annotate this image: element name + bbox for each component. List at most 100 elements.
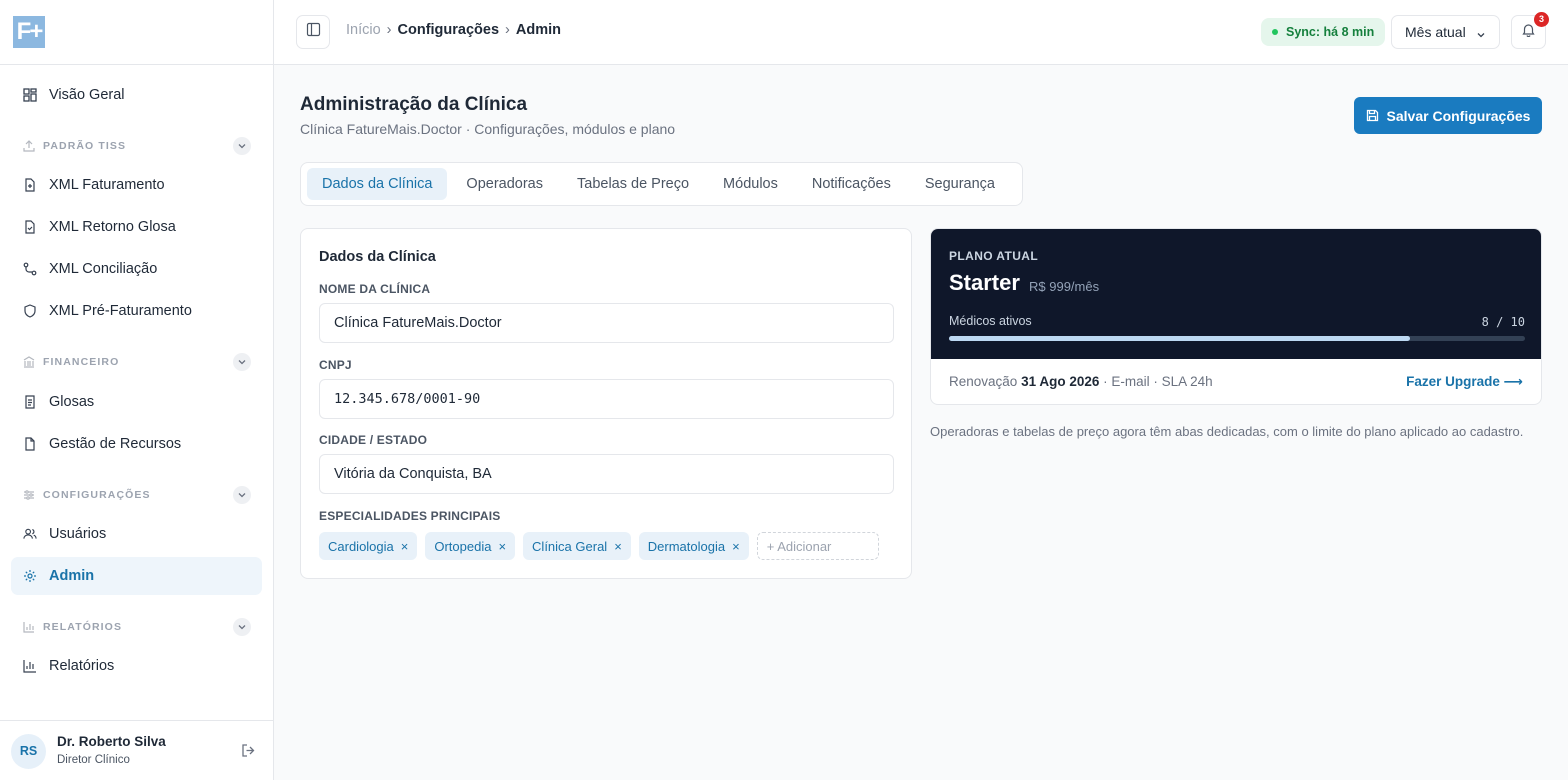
sidebar-item-xml-conciliacao[interactable]: XML Conciliação — [11, 250, 262, 288]
specialties-list: Cardiologia × Ortopedia × Clínica Geral … — [319, 532, 879, 560]
usage-label: Médicos ativos — [949, 314, 1032, 328]
bar-chart-icon — [23, 659, 37, 673]
settings-tabs: Dados da Clínica Operadoras Tabelas de P… — [300, 162, 1023, 206]
tab-modulos[interactable]: Módulos — [708, 168, 793, 200]
usage-count: 8 / 10 — [1481, 315, 1525, 329]
sidebar-item-label: XML Pré-Faturamento — [49, 303, 192, 319]
sidebar-item-usuarios[interactable]: Usuários — [11, 515, 262, 553]
notifications-button[interactable]: 3 — [1511, 12, 1549, 49]
avatar[interactable]: RS — [11, 734, 46, 769]
remove-chip-icon[interactable]: × — [401, 539, 409, 554]
sync-status-badge: Sync: há 8 min — [1261, 18, 1386, 46]
breadcrumb-separator: › — [386, 22, 392, 38]
specialty-chip-label: Ortopedia — [434, 538, 492, 554]
sidebar-item-admin[interactable]: Admin — [11, 557, 262, 595]
file-plus-icon — [23, 178, 37, 192]
chevron-down-icon[interactable] — [233, 486, 251, 504]
renewal-extra: · E-mail · SLA 24h — [1103, 374, 1213, 389]
city-state-label: CIDADE / ESTADO — [319, 433, 428, 447]
specialty-chip: Dermatologia × — [638, 532, 749, 560]
sidebar-item-xml-pre-faturamento[interactable]: XML Pré-Faturamento — [11, 292, 262, 330]
section-financeiro[interactable]: FINANCEIRO — [11, 351, 262, 373]
sidebar-item-label: XML Faturamento — [49, 177, 165, 193]
section-label: FINANCEIRO — [43, 356, 120, 368]
specialty-chip: Ortopedia × — [425, 532, 516, 560]
remove-chip-icon[interactable]: × — [498, 539, 506, 554]
tab-seguranca[interactable]: Segurança — [910, 168, 1010, 200]
specialty-chip-label: Clínica Geral — [532, 538, 608, 554]
sliders-icon — [23, 489, 35, 501]
grid-icon — [23, 88, 37, 102]
plan-summary: PLANO ATUAL Starter R$ 999/mês Médicos a… — [931, 229, 1541, 359]
section-label: CONFIGURAÇÕES — [43, 489, 151, 501]
sidebar-item-label: Admin — [49, 568, 95, 584]
current-plan-card: PLANO ATUAL Starter R$ 999/mês Médicos a… — [930, 228, 1542, 405]
remove-chip-icon[interactable]: × — [732, 539, 740, 554]
toggle-sidebar-button[interactable] — [296, 15, 330, 49]
breadcrumb-inicio[interactable]: Início — [346, 22, 381, 38]
bell-icon — [1521, 22, 1536, 42]
card-title: Dados da Clínica — [319, 249, 436, 265]
plan-label: PLANO ATUAL — [949, 249, 1039, 263]
sidebar-item-glosas[interactable]: Glosas — [11, 383, 262, 421]
cnpj-field[interactable]: 12.345.678/0001-90 — [319, 379, 894, 419]
sidebar-item-label: Glosas — [49, 394, 95, 410]
save-icon — [1366, 109, 1379, 122]
section-relatorios[interactable]: RELATÓRIOS — [11, 616, 262, 638]
plan-price: R$ 999/mês — [1029, 279, 1100, 294]
clinic-data-card: Dados da Clínica NOME DA CLÍNICA Clínica… — [300, 228, 912, 579]
usage-progress-fill — [949, 336, 1410, 341]
bar-chart-icon — [23, 621, 35, 633]
section-label: PADRÃO TISS — [43, 140, 127, 152]
specialty-chip: Clínica Geral × — [523, 532, 631, 560]
chevron-down-icon — [1476, 27, 1486, 43]
chevron-down-icon[interactable] — [233, 137, 251, 155]
user-role: Diretor Clínico — [57, 754, 130, 766]
sidebar: F+ Visão Geral PADRÃO TISS XML Faturamen… — [0, 0, 274, 780]
app-logo[interactable]: F+ — [13, 16, 45, 48]
sidebar-item-relatorios[interactable]: Relatórios — [11, 647, 262, 685]
plan-name: Starter — [949, 270, 1020, 295]
sidebar-item-label: Relatórios — [49, 658, 115, 674]
clinic-name-field[interactable]: Clínica FatureMais.Doctor — [319, 303, 894, 343]
tab-dados-clinica[interactable]: Dados da Clínica — [307, 168, 448, 200]
bank-icon — [23, 356, 35, 368]
sidebar-item-xml-retorno-glosa[interactable]: XML Retorno Glosa — [11, 208, 262, 246]
section-configuracoes[interactable]: CONFIGURAÇÕES — [11, 484, 262, 506]
remove-chip-icon[interactable]: × — [614, 539, 622, 554]
sidebar-item-label: XML Retorno Glosa — [49, 219, 176, 235]
users-icon — [23, 527, 37, 541]
sidebar-item-label: Usuários — [49, 526, 107, 542]
add-specialty-input[interactable]: + Adicionar — [756, 532, 879, 560]
chevron-down-icon[interactable] — [233, 353, 251, 371]
renewal-date: 31 Ago 2026 — [1021, 374, 1100, 389]
shield-icon — [23, 304, 37, 318]
sync-status-text: Sync: há 8 min — [1286, 25, 1375, 39]
breadcrumb-configuracoes[interactable]: Configurações — [398, 22, 500, 38]
city-state-field[interactable]: Vitória da Conquista, BA — [319, 454, 894, 494]
sidebar-item-label: Gestão de Recursos — [49, 436, 182, 452]
file-check-icon — [23, 220, 37, 234]
clinic-name-label: NOME DA CLÍNICA — [319, 282, 431, 296]
upload-icon — [23, 140, 35, 152]
section-padrao-tiss[interactable]: PADRÃO TISS — [11, 135, 262, 157]
section-label: RELATÓRIOS — [43, 621, 123, 633]
period-select[interactable]: Mês atual — [1391, 15, 1500, 49]
chevron-down-icon[interactable] — [233, 618, 251, 636]
specialty-chip-label: Dermatologia — [647, 538, 726, 554]
upgrade-link[interactable]: Fazer Upgrade ⟶ — [1406, 374, 1523, 390]
sidebar-item-gestao-recursos[interactable]: Gestão de Recursos — [11, 425, 262, 463]
page-subtitle: Clínica FatureMais.Doctor · Configuraçõe… — [300, 121, 676, 137]
page-title: Administração da Clínica — [300, 94, 528, 115]
tab-tabelas-preco[interactable]: Tabelas de Preço — [562, 168, 704, 200]
period-select-value: Mês atual — [1405, 24, 1466, 40]
tab-operadoras[interactable]: Operadoras — [451, 168, 558, 200]
logo-row: F+ — [0, 0, 273, 65]
tab-notificacoes[interactable]: Notificações — [797, 168, 906, 200]
breadcrumb: Início › Configurações › Admin — [346, 22, 561, 38]
logout-icon[interactable] — [241, 743, 256, 763]
sidebar-item-xml-faturamento[interactable]: XML Faturamento — [11, 166, 262, 204]
specialties-label: ESPECIALIDADES PRINCIPAIS — [319, 509, 501, 523]
sidebar-item-overview[interactable]: Visão Geral — [11, 76, 262, 114]
save-settings-button[interactable]: Salvar Configurações — [1354, 97, 1542, 134]
